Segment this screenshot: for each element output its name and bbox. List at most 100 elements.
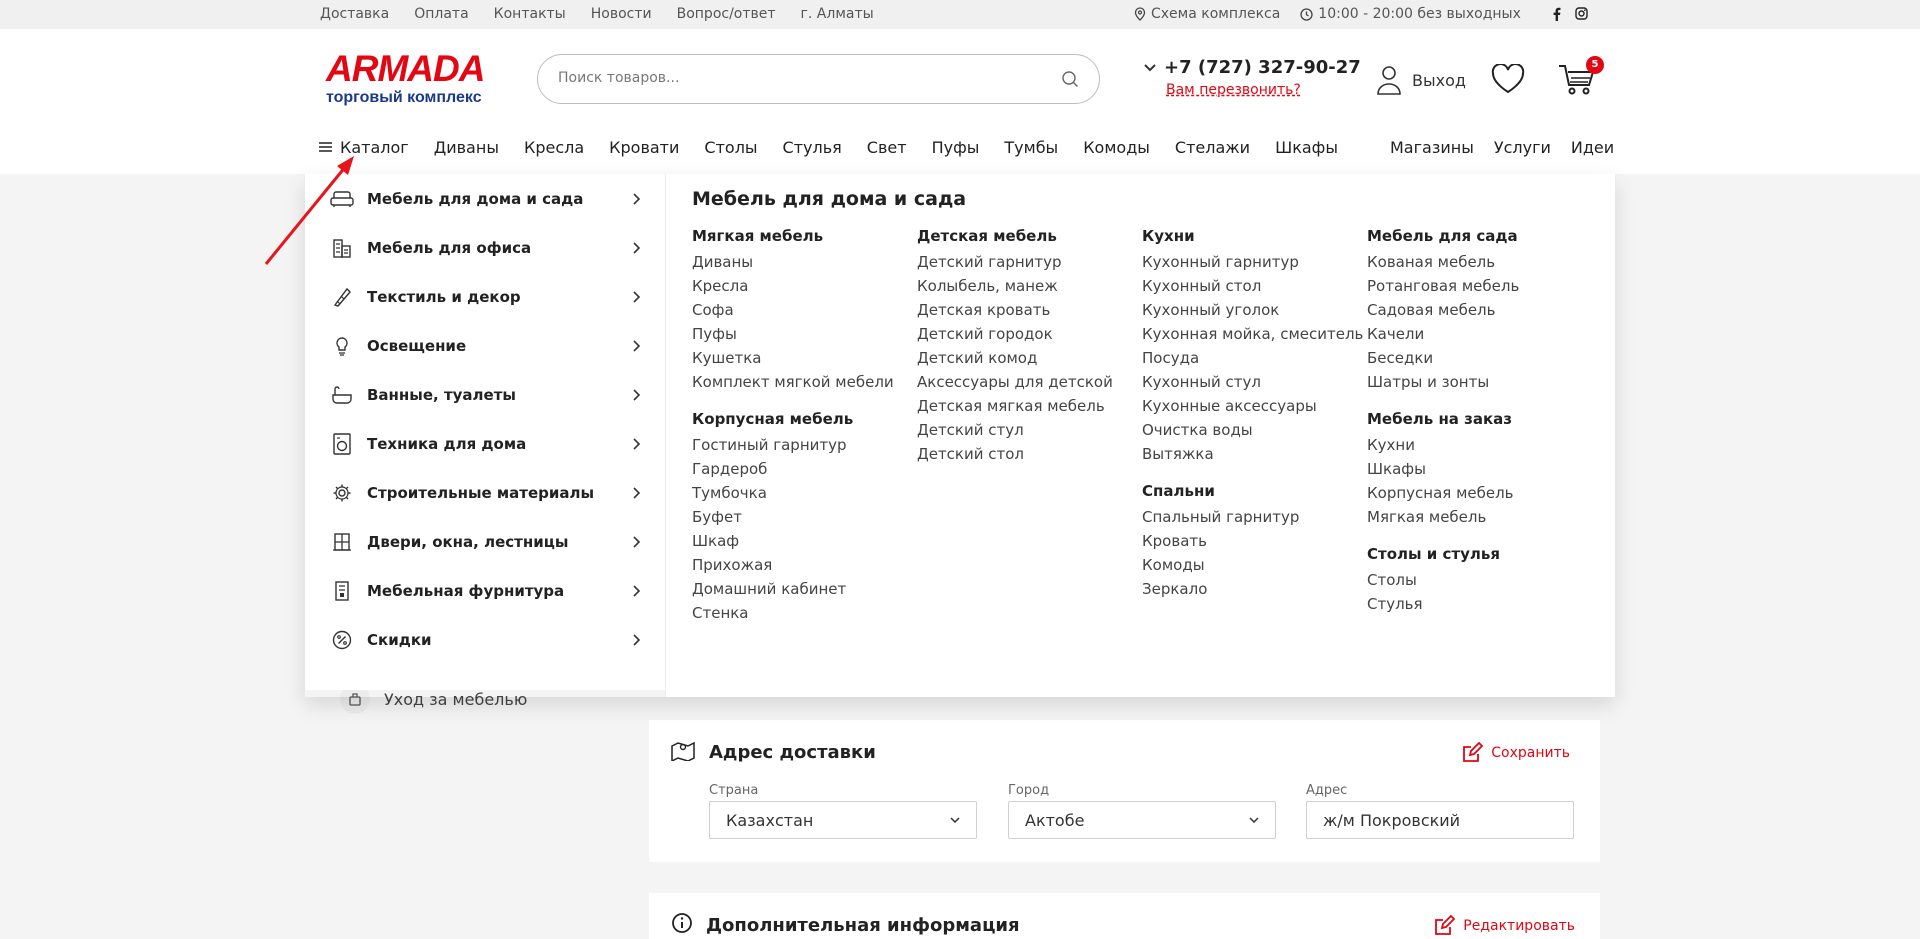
subcategory-link[interactable]: Комоды xyxy=(1142,553,1367,577)
subcategory-group-heading[interactable]: Мебель для сада xyxy=(1367,226,1592,246)
subcategory-link[interactable]: Колыбель, манеж xyxy=(917,274,1142,298)
subcategory-link[interactable]: Кухни xyxy=(1367,433,1592,457)
subcategory-link[interactable]: Кухонный стол xyxy=(1142,274,1367,298)
subcategory-link[interactable]: Стулья xyxy=(1367,592,1592,616)
cart-button[interactable]: 5 xyxy=(1558,56,1604,101)
top-link-faq[interactable]: Вопрос/ответ xyxy=(677,6,776,22)
search-input[interactable] xyxy=(558,70,1038,86)
nav-item-poufs[interactable]: Пуфы xyxy=(932,138,980,157)
subcategory-link[interactable]: Гостиный гарнитур xyxy=(692,433,917,457)
subcategory-group-heading[interactable]: Столы и стулья xyxy=(1367,544,1592,564)
nav-item-racks[interactable]: Стелажи xyxy=(1175,138,1250,157)
facebook-icon[interactable] xyxy=(1553,7,1561,21)
subcategory-group-heading[interactable]: Спальни xyxy=(1142,481,1367,501)
edit-button[interactable]: Редактировать xyxy=(1433,915,1575,937)
country-select[interactable]: Казахстан xyxy=(709,801,977,839)
subcategory-link[interactable]: Кухонный стул xyxy=(1142,370,1367,394)
subcategory-link[interactable]: Детский гарнитур xyxy=(917,250,1142,274)
subcategory-link[interactable]: Беседки xyxy=(1367,346,1592,370)
category-building[interactable]: Строительные материалы xyxy=(329,468,641,517)
subcategory-link[interactable]: Кресла xyxy=(692,274,917,298)
save-button[interactable]: Сохранить xyxy=(1461,742,1570,764)
subcategory-link[interactable]: Домашний кабинет xyxy=(692,577,917,601)
subcategory-link[interactable]: Кухонная мойка, смеситель xyxy=(1142,322,1367,346)
nav-item-ideas[interactable]: Идеи xyxy=(1571,138,1614,157)
subcategory-link[interactable]: Вытяжка xyxy=(1142,442,1367,466)
subcategory-link[interactable]: Кровать xyxy=(1142,529,1367,553)
subcategory-link[interactable]: Мягкая мебель xyxy=(1367,505,1592,529)
top-link-delivery[interactable]: Доставка xyxy=(320,6,389,22)
subcategory-link[interactable]: Корпусная мебель xyxy=(1367,481,1592,505)
nav-item-nightstands[interactable]: Тумбы xyxy=(1004,138,1058,157)
address-input[interactable]: ж/м Покровский xyxy=(1306,801,1574,839)
top-link-news[interactable]: Новости xyxy=(591,6,652,22)
callback-link[interactable]: Вам перезвонить? xyxy=(1166,82,1361,98)
subcategory-link[interactable]: Пуфы xyxy=(692,322,917,346)
subcategory-link[interactable]: Садовая мебель xyxy=(1367,298,1592,322)
subcategory-link[interactable]: Диваны xyxy=(692,250,917,274)
subcategory-link[interactable]: Шатры и зонты xyxy=(1367,370,1592,394)
subcategory-link[interactable]: Гардероб xyxy=(692,457,917,481)
top-link-payment[interactable]: Оплата xyxy=(414,6,468,22)
subcategory-group-heading[interactable]: Мягкая мебель xyxy=(692,226,917,246)
category-discounts[interactable]: Скидки xyxy=(329,615,641,664)
category-textile[interactable]: Текстиль и декор xyxy=(329,272,641,321)
city-select[interactable]: Актобе xyxy=(1008,801,1276,839)
nav-item-services[interactable]: Услуги xyxy=(1494,138,1551,157)
subcategory-link[interactable]: Детский стол xyxy=(917,442,1142,466)
subcategory-link[interactable]: Кушетка xyxy=(692,346,917,370)
instagram-icon[interactable] xyxy=(1575,7,1588,20)
nav-item-armchairs[interactable]: Кресла xyxy=(524,138,584,157)
subcategory-link[interactable]: Кованая мебель xyxy=(1367,250,1592,274)
nav-item-chairs[interactable]: Стулья xyxy=(783,138,842,157)
subcategory-group-heading[interactable]: Корпусная мебель xyxy=(692,409,917,429)
subcategory-link[interactable]: Детский стул xyxy=(917,418,1142,442)
subcategory-link[interactable]: Кухонные аксессуары xyxy=(1142,394,1367,418)
subcategory-link[interactable]: Детский городок xyxy=(917,322,1142,346)
subcategory-group-heading[interactable]: Детская мебель xyxy=(917,226,1142,246)
account-button[interactable]: Выход xyxy=(1376,65,1466,95)
scheme-link[interactable]: Схема комплекса xyxy=(1134,6,1280,22)
category-doors[interactable]: Двери, окна, лестницы xyxy=(329,517,641,566)
subcategory-link[interactable]: Шкаф xyxy=(692,529,917,553)
subcategory-link[interactable]: Детский комод xyxy=(917,346,1142,370)
phone-number[interactable]: +7 (727) 327-90-27 xyxy=(1144,57,1361,78)
category-hardware[interactable]: Мебельная фурнитура xyxy=(329,566,641,615)
nav-item-light[interactable]: Свет xyxy=(867,138,907,157)
chevron-down-icon[interactable] xyxy=(1144,63,1156,72)
subcategory-group-heading[interactable]: Мебель на заказ xyxy=(1367,409,1592,429)
nav-item-beds[interactable]: Кровати xyxy=(609,138,679,157)
search-icon[interactable] xyxy=(1061,70,1079,88)
subcategory-link[interactable]: Зеркало xyxy=(1142,577,1367,601)
category-lighting[interactable]: Освещение xyxy=(329,321,641,370)
subcategory-group-heading[interactable]: Кухни xyxy=(1142,226,1367,246)
category-appliances[interactable]: Техника для дома xyxy=(329,419,641,468)
subcategory-link[interactable]: Тумбочка xyxy=(692,481,917,505)
subcategory-link[interactable]: Детская мягкая мебель xyxy=(917,394,1142,418)
subcategory-link[interactable]: Детская кровать xyxy=(917,298,1142,322)
nav-item-dressers[interactable]: Комоды xyxy=(1083,138,1150,157)
subcategory-link[interactable]: Качели xyxy=(1367,322,1592,346)
subcategory-link[interactable]: Шкафы xyxy=(1367,457,1592,481)
heart-icon[interactable] xyxy=(1491,64,1525,94)
subcategory-link[interactable]: Посуда xyxy=(1142,346,1367,370)
subcategory-link[interactable]: Ротанговая мебель xyxy=(1367,274,1592,298)
subcategory-link[interactable]: Кухонный гарнитур xyxy=(1142,250,1367,274)
top-link-city[interactable]: г. Алматы xyxy=(801,6,874,22)
subcategory-link[interactable]: Столы xyxy=(1367,568,1592,592)
subcategory-link[interactable]: Комплект мягкой мебели xyxy=(692,370,917,394)
subcategory-link[interactable]: Софа xyxy=(692,298,917,322)
subcategory-link[interactable]: Буфет xyxy=(692,505,917,529)
nav-item-stores[interactable]: Магазины xyxy=(1390,138,1474,157)
category-office[interactable]: Мебель для офиса xyxy=(329,223,641,272)
subcategory-link[interactable]: Стенка xyxy=(692,601,917,625)
subcategory-link[interactable]: Аксессуары для детской xyxy=(917,370,1142,394)
category-home-garden[interactable]: Мебель для дома и сада xyxy=(329,174,641,223)
subcategory-link[interactable]: Спальный гарнитур xyxy=(1142,505,1367,529)
subcategory-link[interactable]: Прихожая xyxy=(692,553,917,577)
nav-item-sofas[interactable]: Диваны xyxy=(434,138,499,157)
subcategory-link[interactable]: Кухонный уголок xyxy=(1142,298,1367,322)
nav-item-tables[interactable]: Столы xyxy=(704,138,757,157)
nav-item-wardrobes[interactable]: Шкафы xyxy=(1275,138,1338,157)
top-link-contacts[interactable]: Контакты xyxy=(494,6,566,22)
